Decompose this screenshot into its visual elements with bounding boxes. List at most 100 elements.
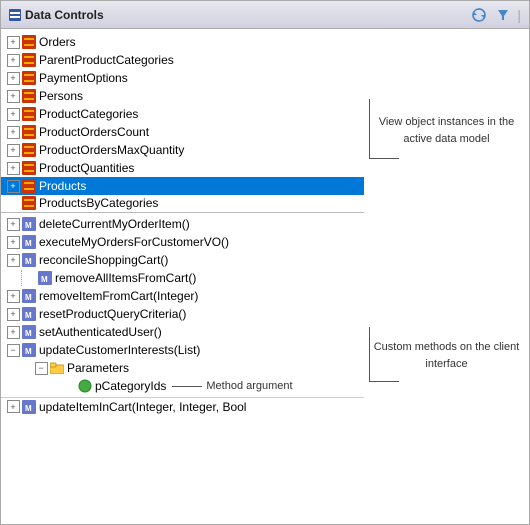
entity-icon xyxy=(21,106,37,122)
callout-top-line-v xyxy=(369,99,370,159)
svg-text:M: M xyxy=(25,257,32,266)
method-icon: M xyxy=(21,252,37,268)
tree-item-parentproductcategories[interactable]: ParentProductCategories xyxy=(1,51,364,69)
callout-top-line-h xyxy=(369,158,399,159)
tree-item-removeitemfromcart[interactable]: M removeItemFromCart(Integer) xyxy=(1,287,364,305)
expand-updateitemincart[interactable] xyxy=(5,399,21,415)
tree-item-productorderscount[interactable]: ProductOrdersCount xyxy=(1,123,364,141)
method-icon: M xyxy=(21,324,37,340)
toolbar-separator: | xyxy=(517,7,521,23)
panel-header: Data Controls | xyxy=(1,1,529,29)
expand-none xyxy=(21,270,37,286)
entity-icon xyxy=(21,124,37,140)
item-label-productordersmaxquantity: ProductOrdersMaxQuantity xyxy=(39,143,184,157)
tree-item-paymentoptions[interactable]: PaymentOptions xyxy=(1,69,364,87)
callout-custom-methods: Custom methods on the client interface xyxy=(369,339,524,372)
tree-item-reconcileshoppingcart[interactable]: M reconcileShoppingCart() xyxy=(1,251,364,269)
item-label-productcategories: ProductCategories xyxy=(39,107,138,121)
entity-icon xyxy=(21,160,37,176)
expand-none xyxy=(61,378,77,394)
item-label-parameters: Parameters xyxy=(67,361,129,375)
expand-reconcileshoppingcart[interactable] xyxy=(5,252,21,268)
expand-parameters[interactable] xyxy=(33,360,49,376)
expand-deletecurrentmyorderitem[interactable] xyxy=(5,216,21,232)
method-icon: M xyxy=(21,234,37,250)
method-icon: M xyxy=(21,216,37,232)
tree-item-products[interactable]: Products xyxy=(1,177,364,195)
tree-item-productordersmaxquantity[interactable]: ProductOrdersMaxQuantity xyxy=(1,141,364,159)
svg-text:M: M xyxy=(41,275,48,284)
entity-icon xyxy=(21,34,37,50)
tree-item-parameters[interactable]: Parameters xyxy=(1,359,364,377)
svg-text:M: M xyxy=(25,347,32,356)
svg-text:M: M xyxy=(25,311,32,320)
tree-item-updateitemincart[interactable]: M updateItemInCart(Integer, Integer, Boo… xyxy=(1,397,364,415)
entity-icon xyxy=(21,52,37,68)
method-icon: M xyxy=(21,306,37,322)
item-label-products: Products xyxy=(39,179,86,193)
method-icon: M xyxy=(21,342,37,358)
expand-removeitemfromcart[interactable] xyxy=(5,288,21,304)
panel-title: Data Controls xyxy=(25,8,465,22)
tree-item-executemyordersforcustomervo[interactable]: M executeMyOrdersForCustomerVO() xyxy=(1,233,364,251)
tree-item-removeallitemsfromcart[interactable]: M removeAllItemsFromCart() xyxy=(1,269,364,287)
expand-paymentoptions[interactable] xyxy=(5,70,21,86)
entity-icon xyxy=(21,70,37,86)
tree-item-productquantities[interactable]: ProductQuantities xyxy=(1,159,364,177)
expand-products[interactable] xyxy=(5,178,21,194)
item-label-productsbycategories: ProductsByCategories xyxy=(39,196,158,210)
tree-item-setauthenticateduser[interactable]: M setAuthenticatedUser() xyxy=(1,323,364,341)
item-label-executemyordersforcustomervo: executeMyOrdersForCustomerVO() xyxy=(39,235,229,249)
expand-updatecustomerinterests[interactable] xyxy=(5,342,21,358)
tree-item-productsbycategories[interactable]: ProductsByCategories xyxy=(1,195,364,213)
tree-item-productcategories[interactable]: ProductCategories xyxy=(1,105,364,123)
item-label-removeitemfromcart: removeItemFromCart(Integer) xyxy=(39,289,198,303)
expand-productorderscount[interactable] xyxy=(5,124,21,140)
expand-productcategories[interactable] xyxy=(5,106,21,122)
item-label-resetproductquerycriteria: resetProductQueryCriteria() xyxy=(39,307,186,321)
callout-bottom-line-h xyxy=(369,381,399,382)
item-label-orders: Orders xyxy=(39,35,76,49)
expand-executemyordersforcustomervo[interactable] xyxy=(5,234,21,250)
tree-item-pcategoryids[interactable]: pCategoryIds Method argument xyxy=(1,377,364,395)
callout-bottom-line-v xyxy=(369,327,370,382)
item-label-paymentoptions: PaymentOptions xyxy=(39,71,128,85)
tree-item-orders[interactable]: Orders xyxy=(1,33,364,51)
filter-icon[interactable] xyxy=(493,5,513,25)
svg-text:M: M xyxy=(25,329,32,338)
expand-none xyxy=(5,195,21,211)
expand-resetproductquerycriteria[interactable] xyxy=(5,306,21,322)
item-label-updatecustomerinterests: updateCustomerInterests(List) xyxy=(39,343,200,357)
callout-view-instances: View object instances in the active data… xyxy=(369,114,524,147)
expand-productordersmaxquantity[interactable] xyxy=(5,142,21,158)
item-label-pcategoryids: pCategoryIds xyxy=(95,379,166,393)
svg-text:M: M xyxy=(25,239,32,248)
item-label-productorderscount: ProductOrdersCount xyxy=(39,125,149,139)
tree-item-updatecustomerinterests[interactable]: M updateCustomerInterests(List) xyxy=(1,341,364,359)
expand-persons[interactable] xyxy=(5,88,21,104)
refresh-icon[interactable] xyxy=(469,5,489,25)
entity-icon xyxy=(21,195,37,211)
tree-item-persons[interactable]: Persons xyxy=(1,87,364,105)
data-controls-panel: Data Controls | Orders xyxy=(0,0,530,525)
tree-area[interactable]: Orders ParentProductCategories PaymentOp… xyxy=(1,29,364,524)
item-label-removeallitemsfromcart: removeAllItemsFromCart() xyxy=(55,271,196,285)
method-icon: M xyxy=(37,270,53,286)
item-label-deletecurrentmyorderitem: deleteCurrentMyOrderItem() xyxy=(39,217,190,231)
method-icon: M xyxy=(21,288,37,304)
entity-icon-selected xyxy=(21,178,37,194)
item-label-persons: Persons xyxy=(39,89,83,103)
entity-icon xyxy=(21,88,37,104)
expand-orders[interactable] xyxy=(5,34,21,50)
expand-setauthenticateduser[interactable] xyxy=(5,324,21,340)
svg-text:M: M xyxy=(25,404,32,413)
expand-parentproductcategories[interactable] xyxy=(5,52,21,68)
expand-productquantities[interactable] xyxy=(5,160,21,176)
item-label-reconcileshoppingcart: reconcileShoppingCart() xyxy=(39,253,168,267)
svg-text:M: M xyxy=(25,293,32,302)
item-label-setauthenticateduser: setAuthenticatedUser() xyxy=(39,325,162,339)
svg-text:M: M xyxy=(25,221,32,230)
tree-item-resetproductquerycriteria[interactable]: M resetProductQueryCriteria() xyxy=(1,305,364,323)
method-arg-label: Method argument xyxy=(206,380,292,392)
tree-item-deletecurrentmyorderitem[interactable]: M deleteCurrentMyOrderItem() xyxy=(1,215,364,233)
